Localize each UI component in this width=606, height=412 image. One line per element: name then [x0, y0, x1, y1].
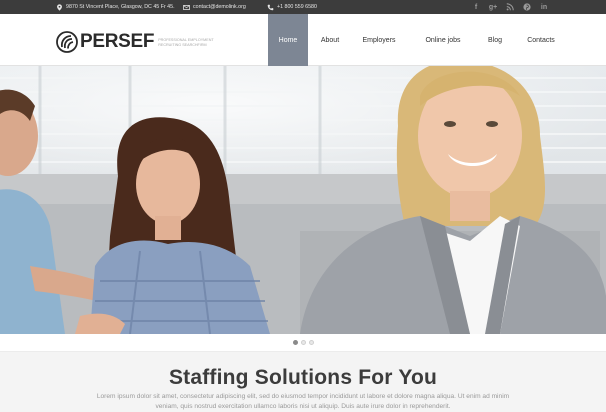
- nav-item-employers[interactable]: Employers: [352, 14, 406, 66]
- main-navigation: Home About Employers Online jobs Blog Co…: [268, 14, 572, 66]
- slider-dot-2[interactable]: [300, 340, 306, 345]
- intro-paragraph: Lorem ipsum dolor sit amet, consectetur …: [96, 393, 510, 410]
- email-info[interactable]: contact@demolink.org: [183, 0, 246, 14]
- intro-section: Staffing Solutions For You Lorem ipsum d…: [0, 352, 606, 410]
- address-text: 9870 St Vincent Place, Glasgow, DC 45 Fr…: [66, 4, 175, 10]
- hero-photo: [0, 66, 606, 334]
- nav-item-online-jobs[interactable]: Online jobs: [406, 14, 480, 66]
- phone-icon: [267, 4, 274, 10]
- address-info: 9870 St Vincent Place, Glasgow, DC 45 Fr…: [56, 0, 175, 14]
- site-header: PERSEF Professional Employment Recruitin…: [0, 14, 606, 66]
- top-info-bar: 9870 St Vincent Place, Glasgow, DC 45 Fr…: [0, 0, 606, 14]
- nav-item-blog[interactable]: Blog: [480, 14, 510, 66]
- linkedin-icon[interactable]: in: [540, 3, 548, 11]
- site-logo[interactable]: PERSEF Professional Employment Recruitin…: [56, 31, 228, 53]
- phone-info[interactable]: +1 800 559 6580: [267, 0, 317, 14]
- location-pin-icon: [57, 3, 62, 11]
- logo-mark-icon: [56, 31, 78, 53]
- logo-tagline: Professional Employment Recruiting Searc…: [158, 38, 214, 47]
- google-plus-icon[interactable]: g+: [489, 3, 497, 11]
- logo-name: PERSEF: [80, 31, 155, 52]
- email-link[interactable]: contact@demolink.org: [193, 4, 246, 10]
- slider-dot-3[interactable]: [308, 340, 314, 345]
- rss-icon[interactable]: [506, 3, 514, 11]
- nav-item-about[interactable]: About: [308, 14, 352, 66]
- envelope-icon: [183, 4, 190, 10]
- pinterest-icon[interactable]: [523, 3, 531, 11]
- social-links: f g+ in: [472, 0, 548, 14]
- nav-item-contacts[interactable]: Contacts: [510, 14, 572, 66]
- phone-number[interactable]: +1 800 559 6580: [277, 4, 317, 10]
- slider-dot-1[interactable]: [292, 340, 298, 345]
- nav-item-home[interactable]: Home: [268, 14, 308, 66]
- slider-pagination: [0, 334, 606, 352]
- section-heading: Staffing Solutions For You: [168, 366, 438, 389]
- facebook-icon[interactable]: f: [472, 3, 480, 11]
- hero-slider-image: [0, 66, 606, 334]
